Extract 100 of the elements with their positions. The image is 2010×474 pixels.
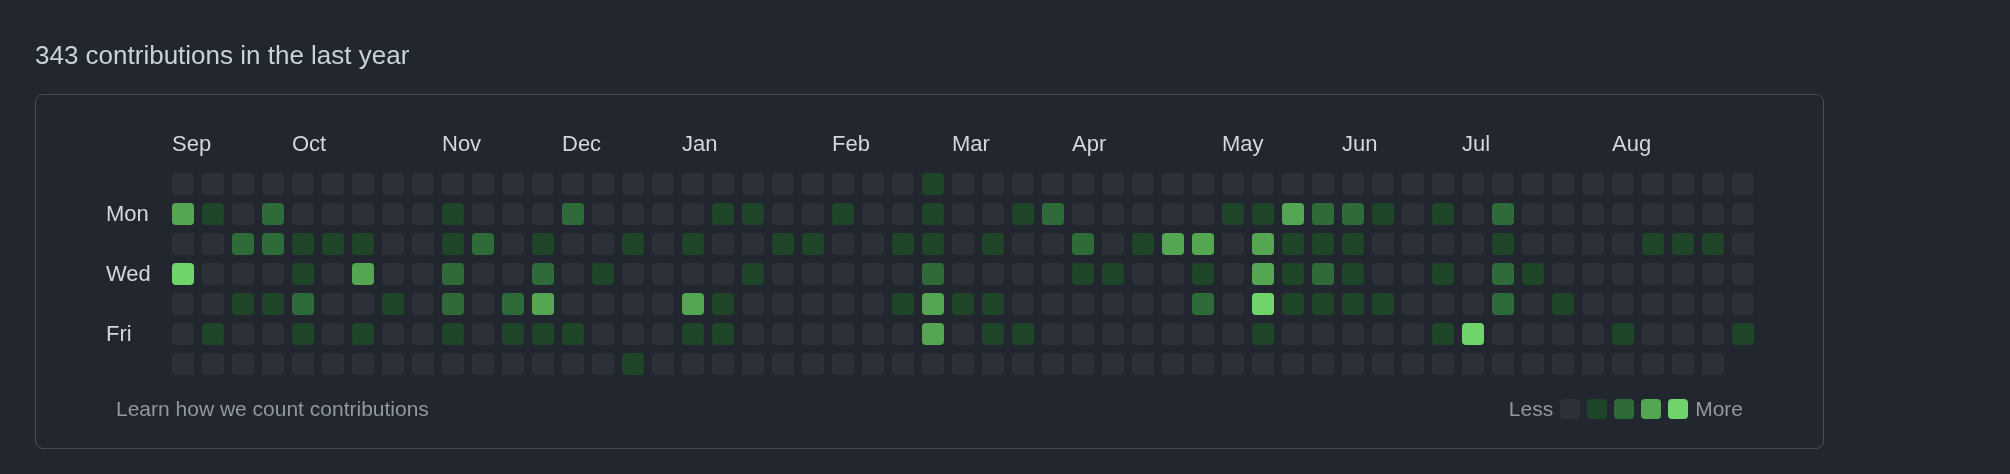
contribution-cell[interactable] xyxy=(1642,233,1664,255)
contribution-cell[interactable] xyxy=(232,233,254,255)
contribution-cell[interactable] xyxy=(382,293,404,315)
contribution-cell[interactable] xyxy=(442,203,464,225)
contribution-cell[interactable] xyxy=(682,293,704,315)
contribution-cell[interactable] xyxy=(922,233,944,255)
contribution-cell[interactable] xyxy=(562,323,584,345)
contribution-cell[interactable] xyxy=(1432,263,1454,285)
contribution-cell[interactable] xyxy=(622,233,644,255)
contribution-cell[interactable] xyxy=(1282,293,1304,315)
contribution-cell[interactable] xyxy=(1132,233,1154,255)
contribution-cell[interactable] xyxy=(1252,263,1274,285)
learn-link[interactable]: Learn how we count contributions xyxy=(116,396,429,422)
contribution-cell[interactable] xyxy=(1492,293,1514,315)
contribution-cell[interactable] xyxy=(922,203,944,225)
contribution-cell[interactable] xyxy=(1342,293,1364,315)
contribution-cell[interactable] xyxy=(802,233,824,255)
contribution-cell[interactable] xyxy=(922,173,944,195)
contribution-cell[interactable] xyxy=(532,293,554,315)
contribution-cell[interactable] xyxy=(712,293,734,315)
contribution-cell[interactable] xyxy=(1312,203,1334,225)
contribution-cell[interactable] xyxy=(772,233,794,255)
contribution-cell[interactable] xyxy=(832,203,854,225)
contribution-cell[interactable] xyxy=(1552,293,1574,315)
contribution-cell[interactable] xyxy=(1012,323,1034,345)
contribution-cell[interactable] xyxy=(532,263,554,285)
contribution-cell[interactable] xyxy=(562,203,584,225)
contribution-cell[interactable] xyxy=(1342,233,1364,255)
contribution-cell[interactable] xyxy=(682,233,704,255)
contribution-cell[interactable] xyxy=(922,293,944,315)
contribution-cell[interactable] xyxy=(352,263,374,285)
contribution-cell[interactable] xyxy=(682,323,704,345)
contribution-cell[interactable] xyxy=(442,233,464,255)
contribution-cell[interactable] xyxy=(1282,203,1304,225)
contribution-cell[interactable] xyxy=(262,203,284,225)
contribution-cell[interactable] xyxy=(922,323,944,345)
contribution-cell[interactable] xyxy=(1672,233,1694,255)
contribution-cell[interactable] xyxy=(982,323,1004,345)
contribution-cell[interactable] xyxy=(292,233,314,255)
contribution-cell[interactable] xyxy=(1372,203,1394,225)
contribution-cell[interactable] xyxy=(202,203,224,225)
contribution-cell[interactable] xyxy=(1312,293,1334,315)
contribution-cell[interactable] xyxy=(442,293,464,315)
contribution-cell[interactable] xyxy=(1192,293,1214,315)
contribution-cell[interactable] xyxy=(952,293,974,315)
contribution-cell[interactable] xyxy=(1252,203,1274,225)
contribution-cell[interactable] xyxy=(892,293,914,315)
contribution-cell[interactable] xyxy=(172,263,194,285)
contribution-cell[interactable] xyxy=(1222,203,1244,225)
contribution-cell[interactable] xyxy=(592,263,614,285)
contribution-cell[interactable] xyxy=(742,263,764,285)
contribution-cell[interactable] xyxy=(322,233,344,255)
contribution-cell[interactable] xyxy=(262,233,284,255)
contribution-cell[interactable] xyxy=(1192,263,1214,285)
contribution-cell[interactable] xyxy=(1702,233,1724,255)
contribution-cell[interactable] xyxy=(262,293,284,315)
contribution-cell[interactable] xyxy=(1432,203,1454,225)
contribution-cell[interactable] xyxy=(1042,203,1064,225)
contribution-cell[interactable] xyxy=(1492,263,1514,285)
contribution-cell[interactable] xyxy=(1342,203,1364,225)
contribution-cell[interactable] xyxy=(712,323,734,345)
contribution-cell[interactable] xyxy=(472,233,494,255)
contribution-cell[interactable] xyxy=(1102,263,1124,285)
contribution-cell[interactable] xyxy=(1372,293,1394,315)
contribution-cell[interactable] xyxy=(712,203,734,225)
contribution-cell[interactable] xyxy=(982,293,1004,315)
contribution-cell[interactable] xyxy=(1312,263,1334,285)
contribution-cell[interactable] xyxy=(1312,233,1334,255)
contribution-cell[interactable] xyxy=(1282,263,1304,285)
contribution-cell[interactable] xyxy=(532,323,554,345)
contribution-cell[interactable] xyxy=(442,263,464,285)
contribution-cell[interactable] xyxy=(622,353,644,375)
contribution-cell[interactable] xyxy=(1522,263,1544,285)
contribution-cell[interactable] xyxy=(1342,263,1364,285)
contribution-cell[interactable] xyxy=(1072,233,1094,255)
contribution-cell[interactable] xyxy=(922,263,944,285)
contribution-cell[interactable] xyxy=(292,293,314,315)
contribution-cell[interactable] xyxy=(1492,233,1514,255)
contribution-cell[interactable] xyxy=(742,203,764,225)
contribution-cell[interactable] xyxy=(1252,233,1274,255)
contribution-cell[interactable] xyxy=(1252,323,1274,345)
contribution-cell[interactable] xyxy=(202,323,224,345)
contribution-cell[interactable] xyxy=(1462,323,1484,345)
contribution-cell[interactable] xyxy=(1282,233,1304,255)
contribution-cell[interactable] xyxy=(292,323,314,345)
contribution-cell[interactable] xyxy=(352,233,374,255)
contribution-cell[interactable] xyxy=(1012,203,1034,225)
contribution-cell[interactable] xyxy=(1192,233,1214,255)
contribution-cell[interactable] xyxy=(1612,323,1634,345)
contribution-cell[interactable] xyxy=(502,293,524,315)
contribution-cell[interactable] xyxy=(1492,203,1514,225)
contribution-cell[interactable] xyxy=(1732,323,1754,345)
contribution-cell[interactable] xyxy=(1252,293,1274,315)
contribution-cell[interactable] xyxy=(352,323,374,345)
contribution-cell[interactable] xyxy=(1072,263,1094,285)
contribution-cell[interactable] xyxy=(1162,233,1184,255)
contribution-cell[interactable] xyxy=(892,233,914,255)
contribution-cell[interactable] xyxy=(292,263,314,285)
contribution-cell[interactable] xyxy=(232,293,254,315)
contribution-cell[interactable] xyxy=(982,233,1004,255)
